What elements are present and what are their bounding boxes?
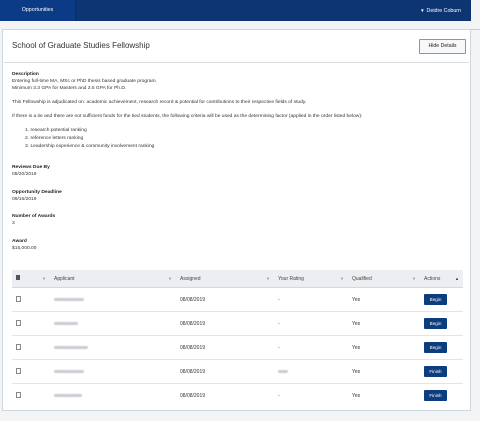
table-header-row: ▼ Applicant ▼ Assigned ▼ Your Rating ▼ Qual… [12, 270, 463, 288]
table-row: 08/08/2019 - Yes Begin [12, 287, 463, 312]
reviews-due-value: 09/20/2019 [12, 172, 37, 177]
description-label: Description [12, 72, 39, 77]
description-text: Entering full-time MA, MSc or PhD thesis… [12, 79, 157, 84]
qualified-value: Yes [348, 335, 420, 360]
hide-details-button[interactable]: Hide Details [419, 39, 466, 54]
sort-icon: ▼ [266, 276, 270, 281]
begin-button[interactable]: Begin [424, 342, 447, 353]
qualified-value: Yes [348, 287, 420, 312]
tie-note-text: If there is a tie and there are not suff… [12, 114, 363, 119]
qualified-column-header[interactable]: Qualified ▼ [348, 270, 420, 288]
assigned-column-header[interactable]: Assigned ▼ [176, 270, 274, 288]
bookmark-column-header[interactable]: ▼ [12, 270, 50, 288]
sort-up-icon: ▲ [455, 276, 459, 281]
assigned-date: 08/08/2019 [180, 392, 206, 399]
user-menu[interactable]: ▼ Deidre Coburn [420, 0, 461, 21]
table-row: 08/08/2019 - Yes Begin [12, 311, 463, 336]
column-label: Applicant [54, 275, 75, 282]
divider [4, 62, 469, 63]
criteria-item: 1. research potential ranking [25, 128, 87, 133]
description-text: Minimum 3.3 GPA for Masters and 3.5 GPA … [12, 86, 127, 91]
tab-opportunities[interactable]: Opportunities [0, 0, 76, 21]
applicant-column-header[interactable]: Applicant ▼ [50, 270, 176, 288]
deadline-label: Opportunity Deadline [12, 190, 62, 195]
award-amount-value: $15,000.00 [12, 246, 37, 251]
bookmark-icon[interactable] [16, 391, 21, 398]
opportunity-card: School of Graduate Studies Fellowship Hi… [2, 29, 471, 411]
criteria-item: 2. reference letters ranking [25, 136, 84, 141]
table-row: 08/08/2019 - Yes Finish [12, 384, 463, 408]
sort-icon: ▼ [340, 276, 344, 281]
assigned-date: 08/08/2019 [176, 335, 274, 360]
rating-column-header[interactable]: Your Rating ▼ [274, 270, 348, 288]
bookmark-icon[interactable] [16, 319, 21, 326]
assigned-date: 08/08/2019 [176, 359, 274, 384]
divider [471, 29, 480, 30]
rating-value: - [274, 287, 348, 312]
begin-button[interactable]: Begin [424, 294, 447, 305]
qualified-value: Yes [352, 392, 361, 399]
rating-value [274, 359, 348, 384]
actions-column-header[interactable]: Actions ▲ [420, 270, 463, 288]
adjudication-text: This Fellowship is adjudicated on: acade… [12, 100, 307, 105]
rating-value: - [274, 335, 348, 360]
applicant-name-redacted[interactable] [54, 321, 78, 325]
award-amount-label: Award [12, 239, 27, 244]
applicant-name-redacted[interactable] [54, 393, 82, 397]
top-nav-bar: Opportunities ▼ Deidre Coburn [0, 0, 471, 21]
assigned-date: 08/08/2019 [176, 311, 274, 336]
bookmark-icon[interactable] [16, 343, 21, 350]
user-name: Deidre Coburn [426, 8, 461, 14]
rating-redacted [278, 369, 288, 373]
rating-value: - [278, 392, 280, 399]
bookmark-icon [16, 275, 20, 280]
deadline-value: 09/15/2019 [12, 197, 37, 202]
table-row: 08/08/2019 - Yes Begin [12, 335, 463, 360]
bookmark-icon[interactable] [16, 295, 21, 302]
criteria-item: 3. Leadership experience & community inv… [25, 144, 155, 149]
column-label: Actions [424, 275, 441, 282]
table-row: 08/08/2019 Yes Finish [12, 359, 463, 384]
awards-count-value: 3 [12, 221, 15, 226]
qualified-value: Yes [348, 359, 420, 384]
finish-button[interactable]: Finish [424, 390, 447, 401]
caret-down-icon: ▼ [420, 8, 425, 13]
page-title: School of Graduate Studies Fellowship [12, 41, 150, 50]
assigned-date: 08/08/2019 [176, 287, 274, 312]
begin-button[interactable]: Begin [424, 318, 447, 329]
rating-value: - [274, 311, 348, 336]
awards-count-label: Number of Awards [12, 214, 56, 219]
sort-icon: ▼ [412, 276, 416, 281]
applicant-name-redacted[interactable] [54, 297, 84, 301]
column-label: Your Rating [278, 275, 304, 282]
applicant-name-redacted[interactable] [54, 369, 84, 373]
reviews-due-label: Reviews Due By [12, 165, 50, 170]
sort-icon: ▼ [42, 276, 46, 281]
column-label: Qualified [352, 275, 372, 282]
column-label: Assigned [180, 275, 201, 282]
applicant-name-redacted[interactable] [54, 345, 88, 349]
bookmark-icon[interactable] [16, 367, 21, 374]
sort-icon: ▼ [168, 276, 172, 281]
applicants-table: ▼ Applicant ▼ Assigned ▼ Your Rating ▼ Qual… [12, 270, 463, 407]
finish-button[interactable]: Finish [424, 366, 447, 377]
qualified-value: Yes [348, 311, 420, 336]
